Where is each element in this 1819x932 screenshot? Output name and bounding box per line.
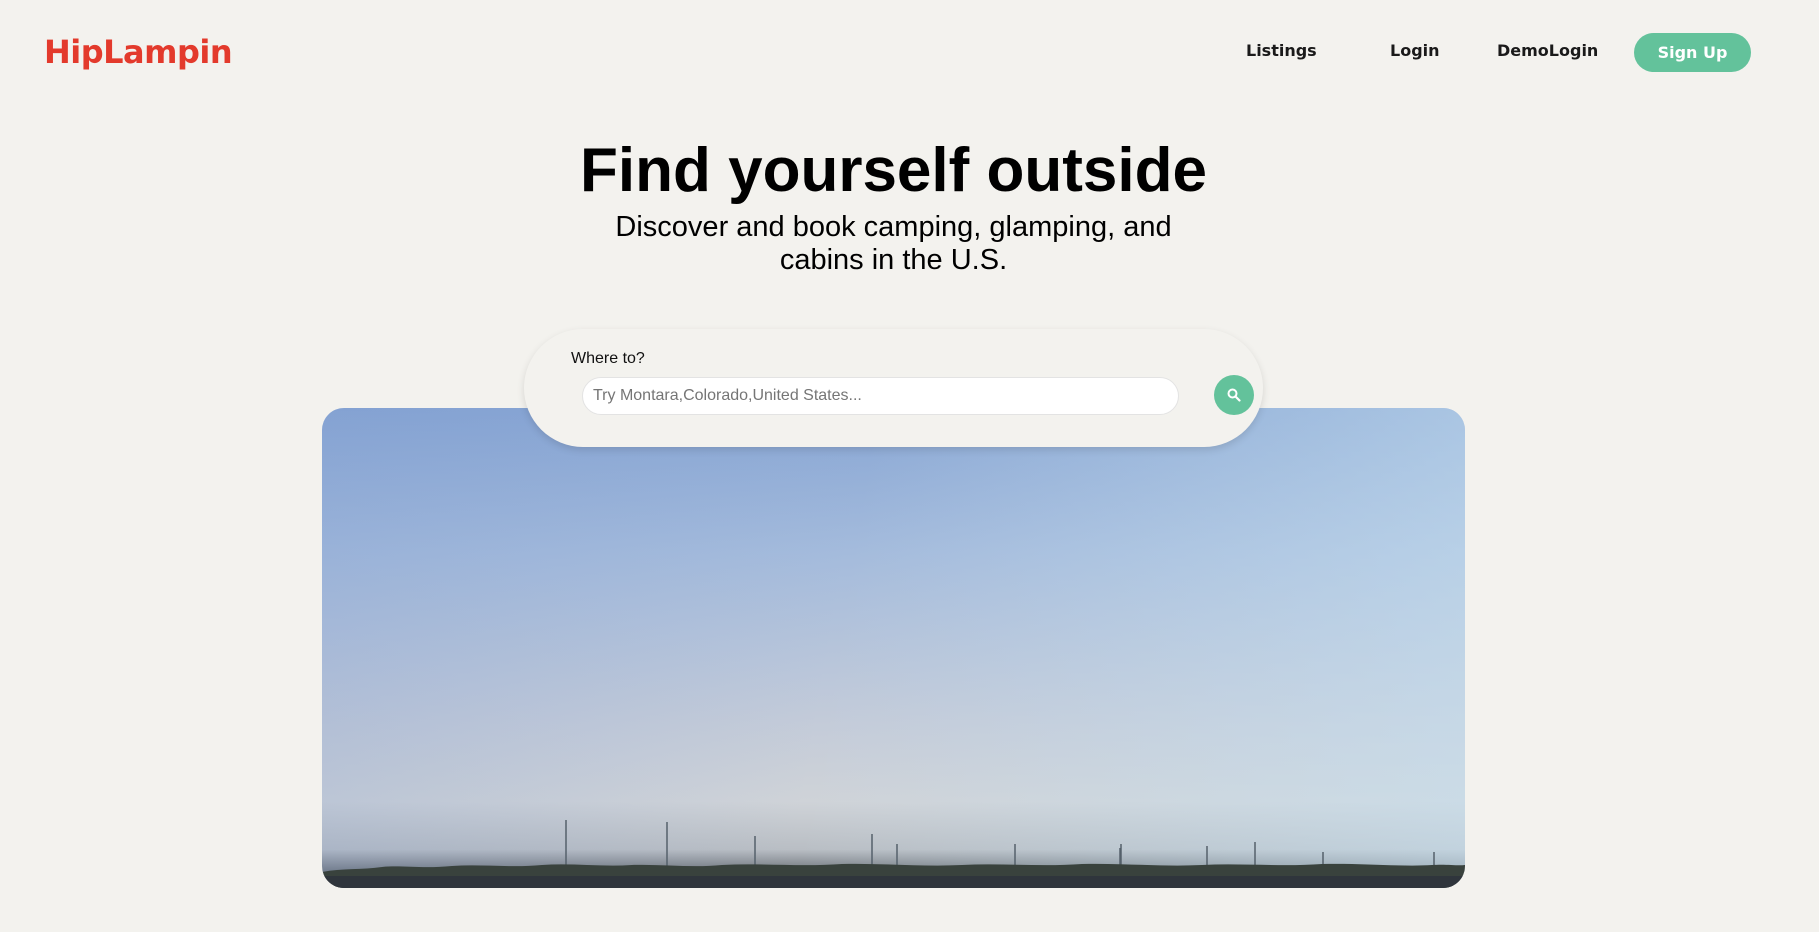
photo-sky-haze [322, 408, 1465, 888]
hero-subtitle: Discover and book camping, glamping, and… [615, 211, 1172, 276]
nav-login-link[interactable]: Login [1390, 41, 1440, 61]
water-strip [322, 876, 1465, 888]
search-label: Where to? [571, 350, 645, 367]
top-nav-bar: HipLampin Listings Login DemoLogin Sign … [0, 0, 1819, 104]
nav-listings-link[interactable]: Listings [1246, 41, 1317, 61]
signup-button[interactable]: Sign Up [1634, 33, 1751, 72]
brand-logo[interactable]: HipLampin [44, 32, 233, 72]
photo-shoreline-silhouette [322, 820, 1465, 888]
boat-masts [565, 820, 1435, 866]
search-icon [1227, 388, 1241, 402]
hero-photo [322, 408, 1465, 888]
hero-title: Find yourself outside [580, 136, 1207, 205]
search-button[interactable] [1214, 375, 1254, 415]
nav-demo-login-link[interactable]: DemoLogin [1497, 41, 1598, 61]
search-card: Where to? [524, 329, 1263, 447]
search-input[interactable] [582, 377, 1179, 415]
